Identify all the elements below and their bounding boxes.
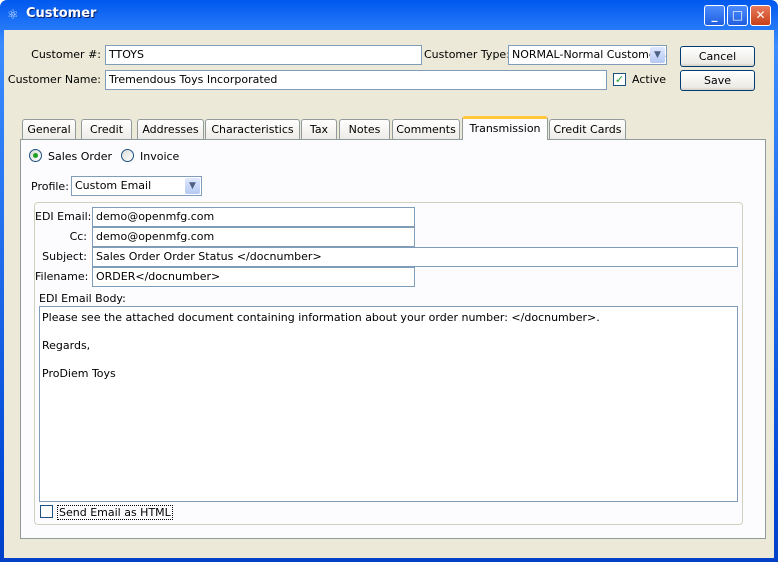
subject-input[interactable]: Sales Order Order Status </docnumber> xyxy=(92,247,738,267)
tab-comments[interactable]: Comments xyxy=(392,119,460,140)
customer-type-combo[interactable]: NORMAL-Normal Customers ▼ xyxy=(508,45,667,65)
email-body-label: EDI Email Body: xyxy=(39,292,126,305)
customer-number-input[interactable]: TTOYS xyxy=(105,45,422,65)
filename-input[interactable]: ORDER</docnumber> xyxy=(92,267,415,287)
chevron-down-icon[interactable]: ▼ xyxy=(185,178,200,194)
window-title: Customer xyxy=(26,6,97,21)
tab-notes[interactable]: Notes xyxy=(339,119,390,140)
app-icon: ⚛ xyxy=(7,8,19,23)
tab-characteristics[interactable]: Characteristics xyxy=(205,119,300,140)
save-button[interactable]: Save xyxy=(680,70,755,91)
cc-input[interactable]: demo@openmfg.com xyxy=(92,227,415,247)
active-checkbox[interactable]: ✓ xyxy=(613,73,626,86)
profile-label: Profile: xyxy=(31,180,69,193)
invoice-radio[interactable] xyxy=(121,149,134,162)
tab-addresses[interactable]: Addresses xyxy=(137,119,204,140)
email-group: EDI Email: demo@openmfg.com Cc: demo@ope… xyxy=(34,202,743,525)
body-line: Regards, xyxy=(42,339,91,352)
customer-type-value: NORMAL-Normal Customers xyxy=(512,48,666,61)
customer-window: ⚛ Customer _ □ ✕ Customer #: TTOYS Custo… xyxy=(0,0,778,562)
tab-tax[interactable]: Tax xyxy=(301,119,337,140)
edi-email-label: EDI Email: xyxy=(35,210,92,223)
customer-name-label: Customer Name: xyxy=(7,73,101,86)
cc-label: Cc: xyxy=(69,230,87,243)
title-bar[interactable]: ⚛ Customer _ □ ✕ xyxy=(0,0,778,30)
invoice-label: Invoice xyxy=(140,150,180,163)
edi-email-input[interactable]: demo@openmfg.com xyxy=(92,207,415,227)
sales-order-label: Sales Order xyxy=(48,150,113,163)
profile-value: Custom Email xyxy=(75,179,152,192)
customer-name-input[interactable]: Tremendous Toys Incorporated xyxy=(105,70,607,90)
close-button[interactable]: ✕ xyxy=(750,5,771,26)
dialog-body: Customer #: TTOYS Customer Type: NORMAL-… xyxy=(4,30,774,558)
customer-number-label: Customer #: xyxy=(31,48,101,61)
cancel-button[interactable]: Cancel xyxy=(680,46,755,67)
active-label: Active xyxy=(632,73,667,86)
tab-general[interactable]: General xyxy=(22,119,76,140)
subject-label: Subject: xyxy=(42,250,87,263)
tab-transmission[interactable]: Transmission xyxy=(462,116,548,140)
maximize-button[interactable]: □ xyxy=(727,5,748,26)
filename-label: Filename: xyxy=(35,270,89,283)
customer-type-label: Customer Type: xyxy=(424,48,510,61)
sales-order-radio[interactable] xyxy=(29,149,42,162)
profile-combo[interactable]: Custom Email ▼ xyxy=(71,176,202,196)
chevron-down-icon[interactable]: ▼ xyxy=(650,47,665,63)
send-html-checkbox[interactable] xyxy=(40,505,53,518)
email-body-textarea[interactable]: Please see the attached document contain… xyxy=(39,306,738,502)
minimize-button[interactable]: _ xyxy=(704,5,725,26)
tab-credit[interactable]: Credit xyxy=(81,119,132,140)
body-line: Please see the attached document contain… xyxy=(42,311,600,324)
body-line: ProDiem Toys xyxy=(42,367,116,380)
transmission-panel: Sales Order Invoice Profile: Custom Emai… xyxy=(20,139,766,539)
tab-credit-cards[interactable]: Credit Cards xyxy=(549,119,626,140)
send-html-label: Send Email as HTML xyxy=(57,505,173,520)
